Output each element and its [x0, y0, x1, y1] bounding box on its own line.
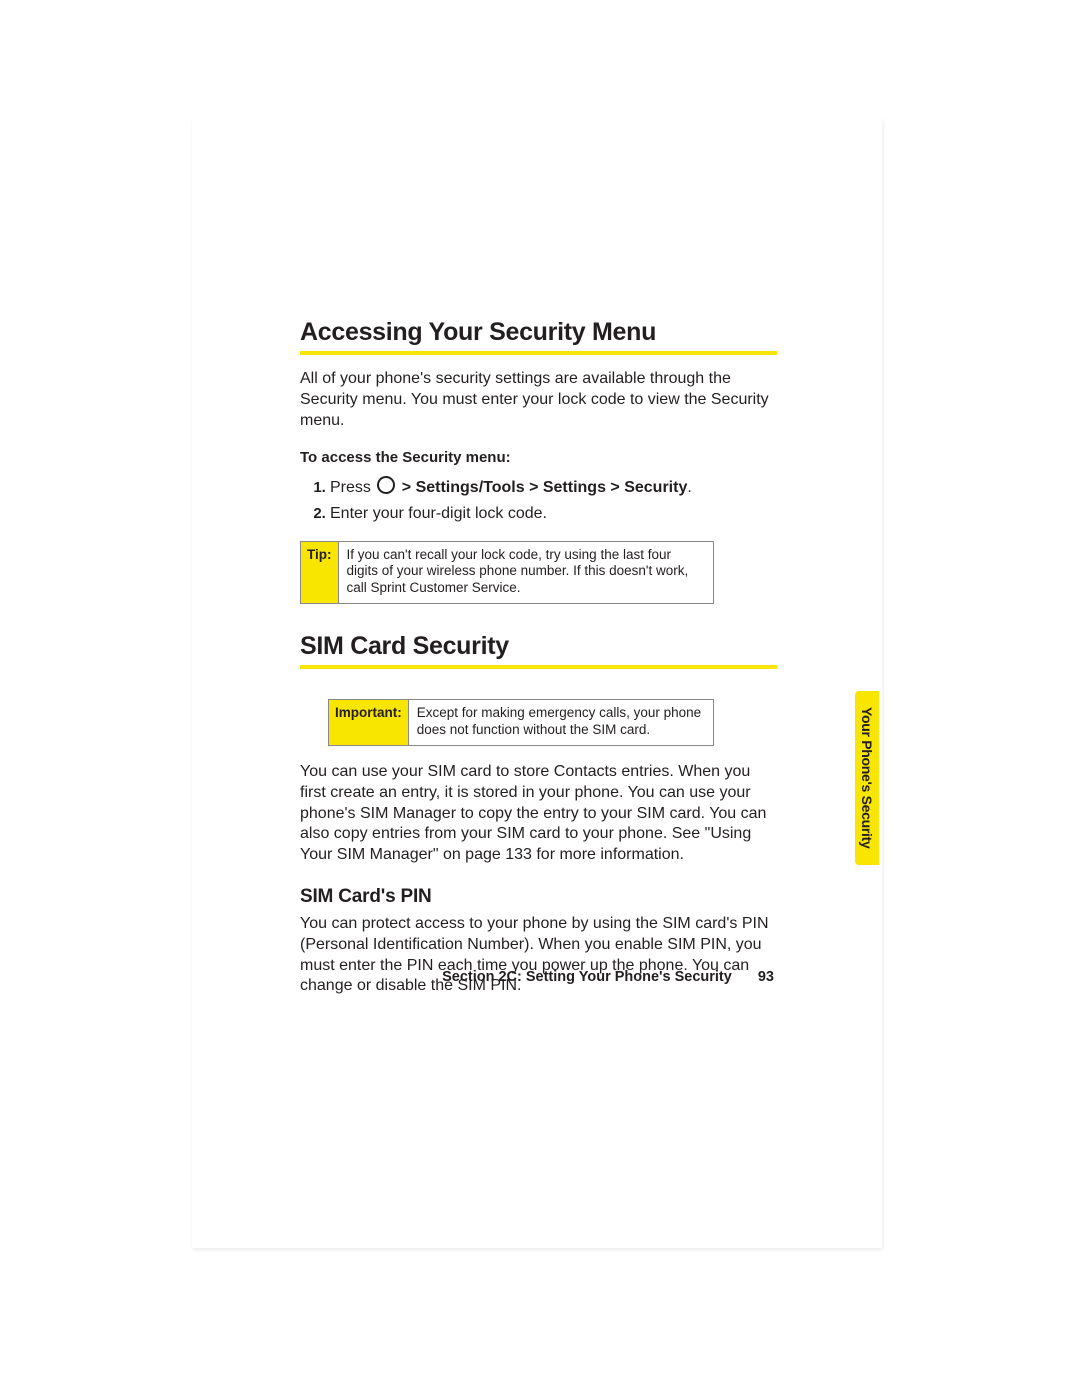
page-footer: Section 2C: Setting Your Phone's Securit… [442, 969, 774, 985]
page-content: Accessing Your Security Menu All of your… [192, 118, 882, 997]
heading-accessing-security-menu: Accessing Your Security Menu [300, 318, 777, 347]
side-tab-label: Your Phone's Security [859, 707, 875, 848]
steps-list: Press > Settings/Tools > Settings > Secu… [300, 476, 777, 524]
tip-label: Tip: [301, 542, 339, 604]
tip-box: Tip: If you can't recall your lock code,… [300, 541, 714, 605]
heading-sim-card-security: SIM Card Security [300, 632, 777, 661]
step-2: Enter your four-digit lock code. [330, 503, 777, 525]
important-box: Important: Except for making emergency c… [328, 699, 714, 746]
lead-in-label: To access the Security menu: [300, 449, 777, 466]
step-1-text-b: > Settings/Tools > Settings > Security [397, 479, 687, 496]
tip-text: If you can't recall your lock code, try … [339, 542, 714, 604]
side-tab: Your Phone's Security [855, 691, 879, 865]
subheading-sim-pin: SIM Card's PIN [300, 886, 777, 908]
document-page: Your Phone's Security Accessing Your Sec… [192, 118, 882, 1011]
step-1-text-a: Press [330, 479, 375, 496]
sim-paragraph: You can use your SIM card to store Conta… [300, 762, 777, 866]
footer-page-number: 93 [758, 969, 774, 985]
footer-section: Section 2C: Setting Your Phone's Securit… [442, 969, 732, 985]
important-text: Except for making emergency calls, your … [409, 700, 713, 745]
heading-rule-2 [300, 665, 777, 669]
important-label: Important: [329, 700, 409, 745]
intro-paragraph: All of your phone's security settings ar… [300, 369, 777, 431]
step-1-text-c: . [687, 479, 691, 496]
heading-rule [300, 351, 777, 355]
ok-button-icon [377, 476, 395, 494]
step-1: Press > Settings/Tools > Settings > Secu… [330, 476, 777, 499]
